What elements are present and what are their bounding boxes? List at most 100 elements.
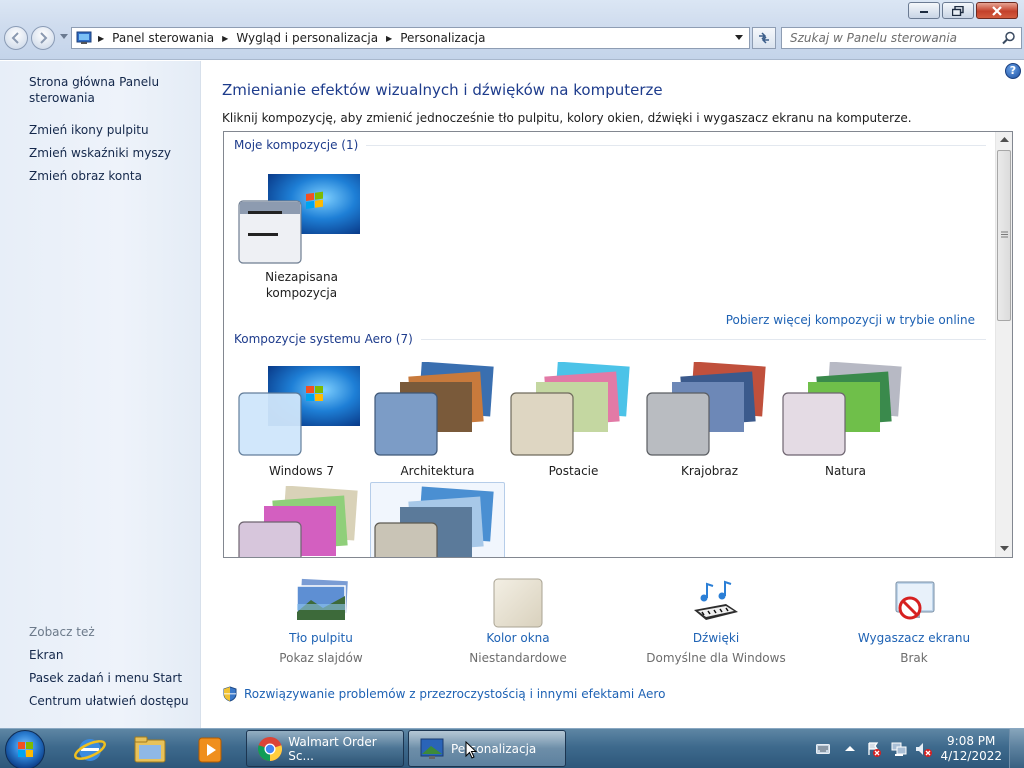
taskbar-task-label: Walmart Order Sc...: [288, 734, 377, 763]
show-desktop-button[interactable]: [1009, 729, 1024, 768]
window-color-item[interactable]: Kolor okna Niestandardowe: [428, 578, 608, 665]
window-color-link[interactable]: Kolor okna: [428, 631, 608, 645]
file-explorer-pin[interactable]: [125, 732, 175, 767]
aero-themes-header: Kompozycje systemu Aero (7): [234, 332, 986, 346]
breadcrumb-appearance[interactable]: Wygląd i personalizacja: [236, 31, 378, 45]
my-themes-header-label: Moje kompozycje (1): [234, 138, 359, 152]
screensaver-link[interactable]: Wygaszacz ekranu: [824, 631, 1004, 645]
desktop-background-link[interactable]: Tło pulpitu: [231, 631, 411, 645]
breadcrumb-control-panel[interactable]: Panel sterowania: [112, 31, 214, 45]
personalization-icon: [420, 738, 444, 759]
troubleshoot-aero-label[interactable]: Rozwiązywanie problemów z przezroczystoś…: [244, 687, 665, 701]
address-dropdown-icon[interactable]: [735, 35, 743, 41]
show-hidden-icons-icon[interactable]: [845, 745, 855, 752]
keyboard-language-icon[interactable]: [816, 744, 830, 754]
recent-pages-dropdown-icon[interactable]: [60, 34, 68, 40]
theme-unsaved[interactable]: Niezapisana kompozycja: [234, 168, 369, 308]
theme-windows7[interactable]: Windows 7: [234, 360, 369, 480]
internet-explorer-icon: [74, 739, 106, 761]
theme-thumbnail: [374, 486, 494, 557]
theme-postacie[interactable]: Postacie: [506, 360, 641, 480]
volume-muted-icon[interactable]: [915, 741, 933, 757]
minimize-button[interactable]: [908, 2, 940, 19]
taskbar: Walmart Order Sc... Personalizacja 9:08 …: [0, 728, 1024, 768]
desktop-background-value: Pokaz slajdów: [279, 651, 363, 665]
search-box[interactable]: [781, 27, 1022, 49]
screensaver-icon: [895, 581, 935, 620]
page-title: Zmienianie efektów wizualnych i dźwięków…: [222, 81, 663, 99]
my-themes-header: Moje kompozycje (1): [234, 138, 986, 152]
theme-thumbnail: [238, 486, 358, 557]
shield-icon: [223, 686, 237, 702]
scroll-up-icon[interactable]: [1000, 137, 1009, 143]
screensaver-value: Brak: [900, 651, 928, 665]
windows7-theme-thumbnail: [238, 366, 360, 456]
change-desktop-icons-link[interactable]: Zmień ikony pulpitu: [29, 122, 149, 138]
refresh-icon: [759, 32, 769, 44]
media-player-pin[interactable]: [185, 732, 235, 767]
theme-natura[interactable]: Natura: [778, 360, 913, 480]
taskbar-chrome-walmart[interactable]: Walmart Order Sc...: [246, 730, 404, 767]
clock-date: 4/12/2022: [940, 749, 1002, 763]
forward-button[interactable]: [31, 26, 55, 50]
taskbar-task-label: Personalizacja: [451, 741, 537, 756]
sounds-value: Domyślne dla Windows: [646, 651, 786, 665]
clock-time: 9:08 PM: [947, 734, 996, 748]
maximize-button[interactable]: [942, 2, 974, 19]
search-icon[interactable]: [1002, 31, 1016, 45]
breadcrumb-personalization[interactable]: Personalizacja: [400, 31, 485, 45]
mouse-cursor-icon: [465, 741, 478, 759]
left-task-pane: Strona główna Panelu sterowania Zmień ik…: [0, 61, 201, 728]
page-subtitle: Kliknij kompozycję, aby zmienić jednocze…: [222, 111, 912, 125]
unsaved-theme-thumbnail: [238, 174, 360, 264]
desktop-background-item[interactable]: Tło pulpitu Pokaz slajdów: [231, 578, 411, 665]
window-color-value: Niestandardowe: [469, 651, 567, 665]
sounds-icon: [694, 580, 738, 620]
desktop-background-icon: [296, 578, 348, 621]
search-input[interactable]: [782, 28, 992, 48]
theme-krajobraz[interactable]: Krajobraz: [642, 360, 777, 480]
sounds-item[interactable]: Dźwięki Domyślne dla Windows: [626, 578, 806, 665]
theme-label: Postacie: [548, 464, 599, 478]
network-icon[interactable]: [891, 741, 907, 757]
theme-gallery: Moje kompozycje (1) Niezapisana kompozyc…: [223, 131, 1013, 558]
scroll-down-icon[interactable]: [1000, 546, 1009, 552]
start-button[interactable]: [5, 730, 45, 768]
theme-architektura[interactable]: Architektura: [370, 360, 505, 480]
landscapes-theme-thumbnail: [646, 362, 766, 456]
taskbar-start-menu-link[interactable]: Pasek zadań i menu Start: [29, 670, 182, 686]
folder-icon: [134, 736, 166, 763]
action-center-icon[interactable]: [866, 741, 882, 757]
refresh-button[interactable]: [752, 27, 776, 49]
theme-label: Krajobraz: [680, 464, 739, 478]
theme-selected[interactable]: [370, 482, 505, 557]
display-link[interactable]: Ekran: [29, 647, 63, 663]
get-more-themes-link[interactable]: Pobierz więcej kompozycji w trybie onlin…: [726, 313, 975, 327]
theme-label: Windows 7: [268, 464, 334, 478]
screensaver-item[interactable]: Wygaszacz ekranu Brak: [824, 578, 1004, 665]
control-panel-home-link[interactable]: Strona główna Panelu sterowania: [29, 74, 179, 106]
change-account-picture-link[interactable]: Zmień obraz konta: [29, 168, 142, 184]
window-color-icon: [493, 578, 543, 628]
taskbar-personalization[interactable]: Personalizacja: [408, 730, 566, 767]
gallery-scrollbar[interactable]: [995, 132, 1012, 557]
close-button[interactable]: [976, 2, 1018, 19]
change-mouse-pointers-link[interactable]: Zmień wskaźniki myszy: [29, 145, 171, 161]
aero-themes-header-label: Kompozycje systemu Aero (7): [234, 332, 413, 346]
scrollbar-thumb[interactable]: [997, 150, 1011, 321]
back-button[interactable]: [4, 26, 28, 50]
help-icon[interactable]: ?: [1005, 63, 1021, 79]
internet-explorer-pin[interactable]: [65, 732, 115, 767]
theme-partial-1[interactable]: [234, 484, 369, 557]
theme-label: Natura: [825, 464, 866, 478]
troubleshoot-aero-link[interactable]: Rozwiązywanie problemów z przezroczystoś…: [222, 686, 665, 702]
address-bar[interactable]: ▶ Panel sterowania ▶ Wygląd i personaliz…: [71, 27, 750, 49]
sounds-link[interactable]: Dźwięki: [626, 631, 806, 645]
explorer-toolbar: ▶ Panel sterowania ▶ Wygląd i personaliz…: [0, 0, 1024, 60]
control-panel-icon: [76, 31, 92, 45]
system-clock[interactable]: 9:08 PM 4/12/2022: [940, 734, 1002, 764]
theme-label-line2: kompozycja: [265, 286, 338, 300]
nature-theme-thumbnail: [782, 362, 902, 456]
theme-label: Architektura: [400, 464, 475, 478]
ease-of-access-link[interactable]: Centrum ułatwień dostępu: [29, 693, 189, 709]
